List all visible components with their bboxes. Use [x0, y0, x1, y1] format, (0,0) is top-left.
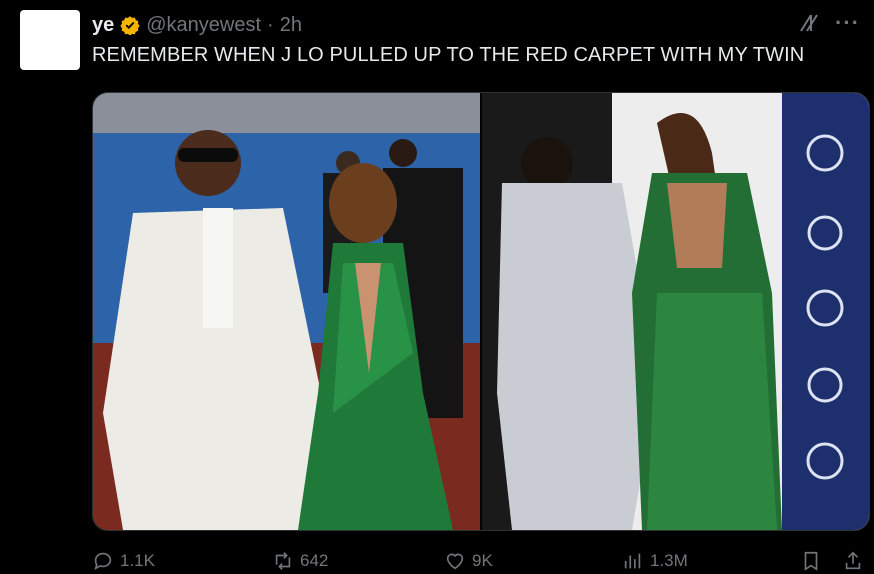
- photo-right-illustration: [482, 93, 869, 530]
- timestamp[interactable]: 2h: [280, 14, 302, 37]
- media-grid[interactable]: [92, 92, 870, 531]
- more-icon[interactable]: ···: [835, 10, 860, 36]
- separator-dot: ·: [267, 13, 274, 36]
- repost-count: 642: [300, 551, 329, 570]
- bookmark-icon: [804, 551, 818, 571]
- bookmark-button[interactable]: [800, 550, 822, 572]
- repost-button[interactable]: 642: [272, 550, 328, 572]
- reply-button[interactable]: 1.1K: [92, 550, 155, 572]
- share-button[interactable]: [842, 550, 864, 572]
- reply-count: 1.1K: [120, 551, 155, 570]
- verified-badge-icon: [120, 16, 140, 35]
- avatar[interactable]: [20, 10, 80, 70]
- tweet-header: ye @kanyewest · 2h: [92, 10, 302, 40]
- action-bar: 1.1K 642 9K 1.3M: [92, 548, 868, 574]
- like-button[interactable]: 9K: [444, 550, 493, 572]
- views-count: 1.3M: [650, 551, 688, 570]
- tweet-text: REMEMBER WHEN J LO PULLED UP TO THE RED …: [92, 44, 805, 66]
- grok-icon[interactable]: [797, 11, 821, 35]
- reply-icon: [94, 552, 112, 570]
- views-icon: [624, 553, 641, 569]
- views-button[interactable]: 1.3M: [622, 550, 688, 572]
- photo-left-illustration: [93, 93, 480, 530]
- photo-left[interactable]: [93, 93, 480, 530]
- top-right-controls: ···: [797, 10, 860, 36]
- share-icon: [845, 551, 861, 570]
- like-count: 9K: [472, 551, 493, 570]
- handle[interactable]: @kanyewest: [146, 14, 261, 37]
- repost-icon: [275, 552, 291, 570]
- photo-right[interactable]: [482, 93, 869, 530]
- heart-icon: [446, 553, 464, 570]
- display-name[interactable]: ye: [92, 14, 114, 37]
